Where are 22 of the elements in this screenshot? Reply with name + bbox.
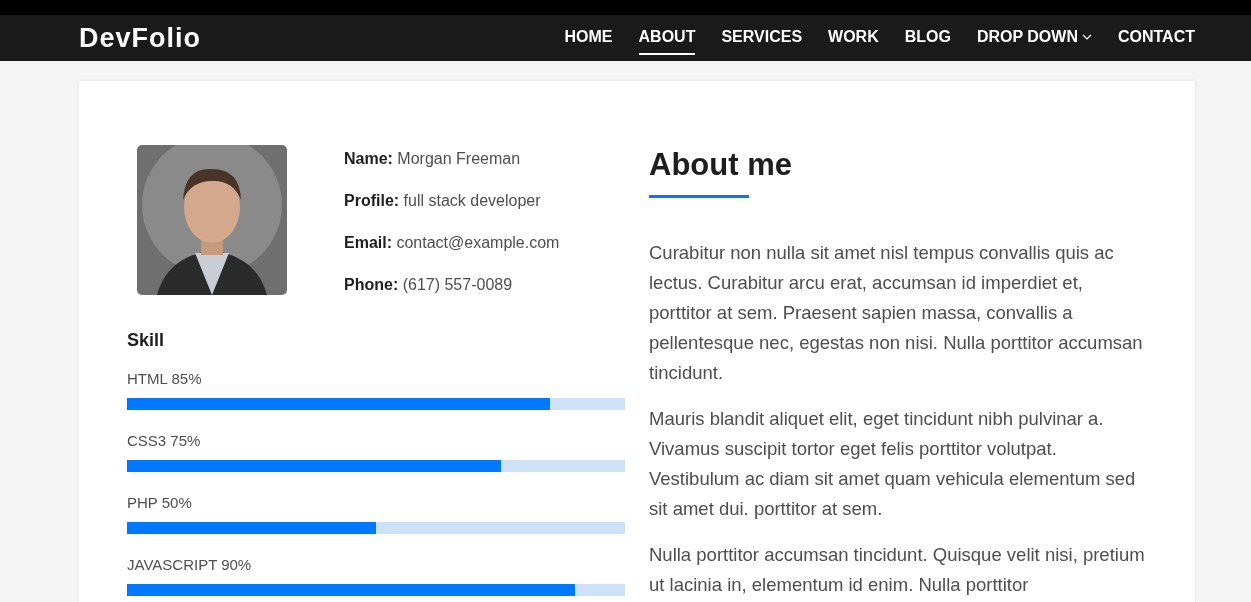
profile-field: Email: contact@example.com xyxy=(344,233,560,253)
profile-field: Name: Morgan Freeman xyxy=(344,149,560,169)
paragraph: Curabitur non nulla sit amet nisl tempus convallis quis ac lectus. Curabitur arcu erat, accumsan id imperdiet et, porttitor at sem. Praesent sapien massa, convallis a pellentesque nec, egestas non nisi. Nulla porttitor accumsan tincidunt. xyxy=(649,241,1144,385)
paragraph: Mauris blandit aliquet elit, eget tincidunt nibh pulvinar a. Vivamus suscipit tortor eget felis porttitor volutpat. Vestibulum ac diam sit amet quam vehicula elementum sed sit amet dui. porttitor at sem. xyxy=(649,407,1137,521)
profile-field: Phone: (617) 557-0089 xyxy=(344,275,560,295)
nav-link[interactable]: WORK xyxy=(828,21,879,55)
site-logo[interactable]: DevFolio xyxy=(79,24,201,52)
skill-label: CSS3 75% xyxy=(127,432,202,450)
paragraph: Nulla porttitor accumsan tincidunt. Quisque velit nisi, pretium ut lacinia in, elementum id enim. Nulla porttitor xyxy=(649,543,1146,597)
nav-link[interactable]: DROP DOWN xyxy=(976,21,1092,55)
skill-label: JAVASCRIPT 90% xyxy=(127,556,253,574)
skill-label: HTML 85% xyxy=(127,370,203,388)
nav-link[interactable]: ABOUT xyxy=(638,21,696,55)
nav-link[interactable]: CONTACT xyxy=(1117,21,1195,55)
caret-icon xyxy=(1081,34,1092,40)
section-title: About me xyxy=(649,146,793,184)
nav-link[interactable]: BLOG xyxy=(904,21,951,55)
nav-link[interactable]: HOME xyxy=(564,21,613,55)
nav-link[interactable]: SERVICES xyxy=(721,21,803,55)
profile-field: Profile: full stack developer xyxy=(344,191,560,211)
section-heading: Skill xyxy=(127,329,166,352)
skill-label: PHP 50% xyxy=(127,494,193,512)
